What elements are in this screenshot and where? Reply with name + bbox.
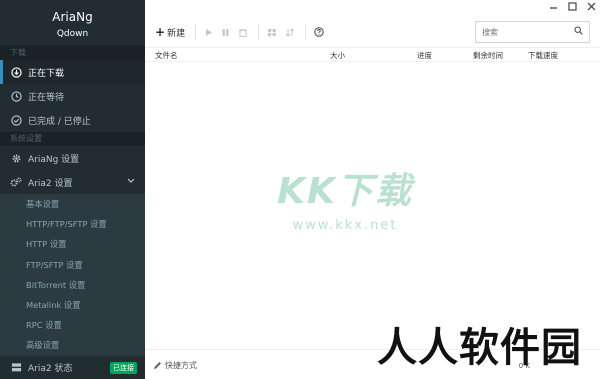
minimize-button[interactable] [549, 2, 558, 14]
select-all-button[interactable] [267, 22, 277, 42]
sidebar-item-label: 正在等待 [28, 92, 65, 103]
submenu-metalink[interactable]: Metalink 设置 [0, 295, 145, 315]
submenu-ftp-sftp[interactable]: FTP/SFTP 设置 [0, 255, 145, 275]
app-window: AriaNg Qdown 下载 正在下载 正在等待 已完成 / 已停止 系统设置 [0, 0, 600, 379]
sidebar-item-downloading[interactable]: 正在下载 [0, 60, 145, 84]
sidebar-item-aria2-settings[interactable]: Aria2 设置 [0, 170, 145, 194]
search-box [475, 21, 590, 43]
sidebar: AriaNg Qdown 下载 正在下载 正在等待 已完成 / 已停止 系统设置 [0, 0, 145, 379]
server-icon [10, 362, 22, 374]
new-task-label: 新建 [167, 28, 186, 39]
site-watermark: 人人软件园 [377, 324, 582, 371]
sidebar-item-aria2-status[interactable]: Aria2 状态 已连接 [0, 356, 145, 379]
pause-button[interactable] [221, 22, 230, 42]
sidebar-item-label: Aria2 状态 [28, 364, 73, 374]
submenu-advanced[interactable]: 高级设置 [0, 335, 145, 355]
sidebar-item-ariang-settings[interactable]: AriaNg 设置 [0, 146, 145, 170]
sidebar-item-stopped[interactable]: 已完成 / 已停止 [0, 108, 145, 132]
start-button[interactable] [204, 22, 213, 42]
trash-icon [239, 28, 248, 37]
column-header-progress[interactable]: 进度 [417, 50, 432, 61]
plus-icon: + [155, 25, 166, 39]
search-icon[interactable] [574, 26, 583, 38]
column-header-filename[interactable]: 文件名 [155, 50, 178, 61]
sidebar-item-label: 已完成 / 已停止 [28, 116, 91, 127]
sort-button[interactable] [285, 22, 295, 42]
section-download: 下载 [0, 46, 145, 60]
task-list: KK下载 www.kkx.net [145, 62, 600, 349]
sidebar-item-label: AriaNg 设置 [28, 154, 80, 165]
watermark: KK下载 www.kkx.net [230, 162, 460, 233]
app-title: AriaNg [52, 9, 93, 24]
question-circle-icon [314, 27, 324, 37]
submenu-http[interactable]: HTTP 设置 [0, 234, 145, 254]
aria2-settings-submenu: 基本设置 HTTP/FTP/SFTP 设置 HTTP 设置 FTP/SFTP 设… [0, 194, 145, 356]
submenu-rpc[interactable]: RPC 设置 [0, 315, 145, 335]
watermark-text: KK下载 [277, 171, 413, 212]
watermark-url: www.kkx.net [292, 218, 398, 233]
help-button[interactable] [314, 22, 324, 42]
toolbar-divider [305, 24, 307, 40]
shortcut-label: 快捷方式 [165, 361, 197, 370]
column-header-remaining-time[interactable]: 剩余时间 [473, 50, 503, 61]
clock-icon [10, 90, 22, 102]
play-icon [206, 28, 213, 36]
app-subtitle[interactable]: Qdown [57, 29, 88, 39]
search-input[interactable] [482, 27, 572, 37]
submenu-bittorrent[interactable]: BitTorrent 设置 [0, 275, 145, 295]
delete-button[interactable] [238, 22, 248, 42]
toolbar-divider [195, 24, 197, 40]
brand: AriaNg Qdown [0, 0, 145, 46]
submenu-http-ftp-sftp[interactable]: HTTP/FTP/SFTP 设置 [0, 214, 145, 234]
sort-icon [285, 27, 294, 37]
toolbar: + 新建 [145, 18, 600, 46]
arrow-circle-icon [10, 66, 22, 78]
maximize-button[interactable] [568, 2, 577, 14]
check-circle-icon [10, 114, 22, 126]
chevron-down-icon [127, 177, 135, 187]
sidebar-item-label: 正在下载 [28, 68, 65, 79]
gears-icon [10, 176, 22, 188]
window-controls [549, 2, 596, 14]
submenu-basic[interactable]: 基本设置 [0, 194, 145, 214]
section-settings: 系统设置 [0, 132, 145, 146]
status-badge: 已连接 [110, 361, 137, 374]
column-header-size[interactable]: 大小 [330, 50, 345, 61]
toolbar-divider [258, 24, 260, 40]
sidebar-item-waiting[interactable]: 正在等待 [0, 84, 145, 108]
pencil-icon [154, 362, 161, 369]
close-button[interactable] [587, 2, 596, 14]
gear-icon [10, 152, 22, 164]
sidebar-item-label: Aria2 设置 [28, 178, 73, 189]
pause-icon [222, 28, 229, 36]
grid-icon [268, 28, 276, 36]
new-task-button[interactable]: + 新建 [155, 22, 185, 42]
main-panel: + 新建 搜索 文件名 大小 进度 剩余时间 下载速度 KK下载 www.kkx… [145, 0, 600, 379]
shortcut-link[interactable]: 快捷方式 [153, 360, 197, 371]
task-table-header: 文件名 大小 进度 剩余时间 下载速度 [145, 47, 600, 62]
column-header-download-speed[interactable]: 下载速度 [528, 50, 558, 61]
